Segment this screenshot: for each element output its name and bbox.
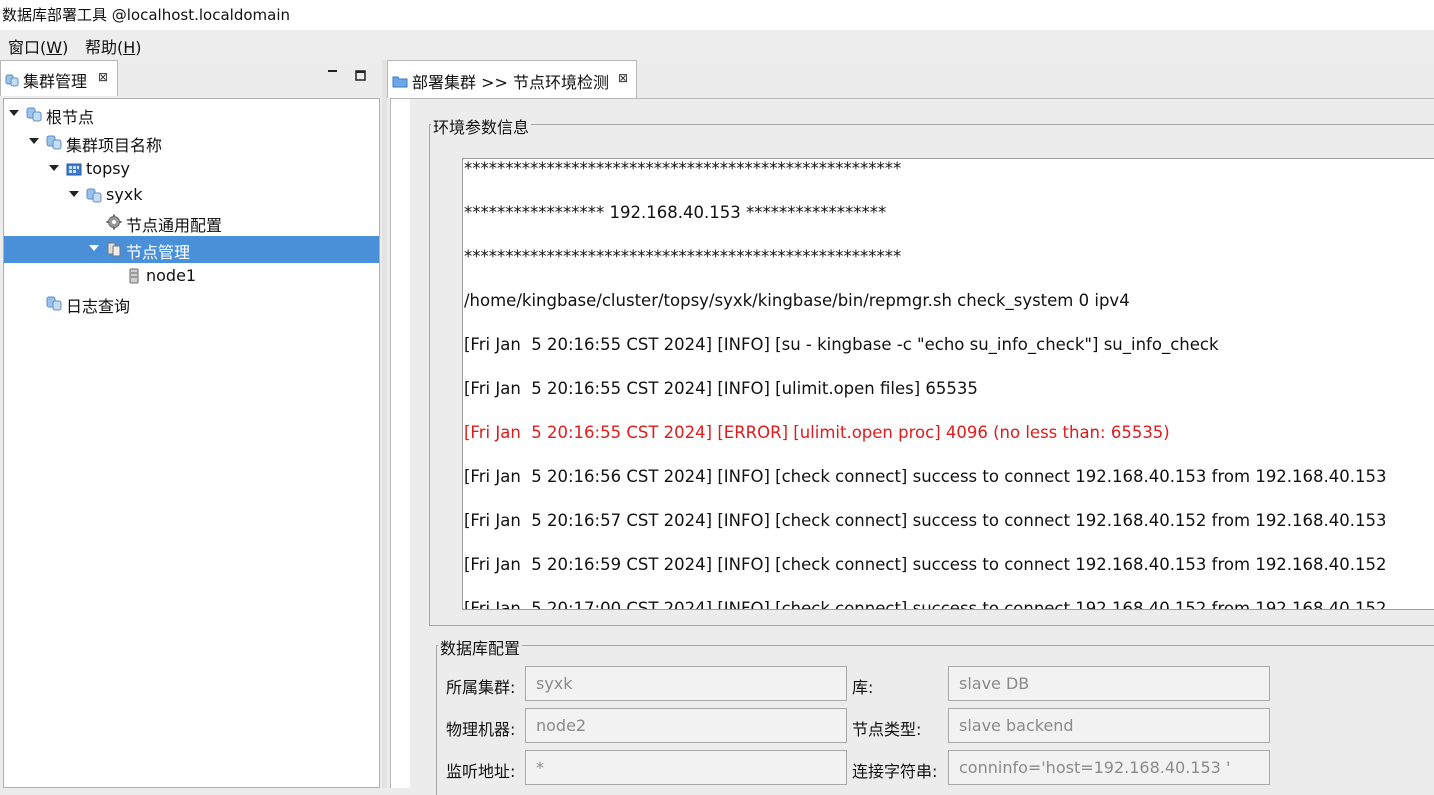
tab-cluster-management-label: 集群管理 <box>23 72 88 91</box>
tree-label: node1 <box>146 266 197 285</box>
menu-help-suffix: ) <box>135 38 142 57</box>
close-icon[interactable]: ⊠ <box>98 70 108 84</box>
cluster-tree: 根节点 集群项目名称 topsy syxk 节点通用配置 节点管理 node1 … <box>3 98 380 788</box>
conn-string-label: 连接字符串: <box>852 762 938 781</box>
tree-node-log-query[interactable]: 日志查询 <box>4 290 379 317</box>
server-icon <box>106 241 122 261</box>
tree-label: syxk <box>106 185 143 204</box>
window-title: 数据库部署工具 @localhost.localdomain <box>0 0 1434 30</box>
menu-window-mnemonic: W <box>46 38 63 57</box>
menu-help-prefix: 帮助( <box>85 38 124 57</box>
menubar: 窗口(W) 帮助(H) <box>0 30 1434 60</box>
cluster-label: 所属集群: <box>446 678 516 697</box>
listen-address-field[interactable]: * <box>525 750 847 785</box>
tree-node-node1[interactable]: node1 <box>4 263 379 290</box>
gear-icon <box>106 214 122 234</box>
tree-label: 日志查询 <box>66 297 131 316</box>
machine-label: 物理机器: <box>446 720 516 739</box>
tab-node-env-check-label: 部署集群 >> 节点环境检测 <box>412 73 609 92</box>
log-line: [Fri Jan 5 20:16:55 CST 2024] [INFO] [ul… <box>464 379 978 398</box>
cluster-field[interactable]: syxk <box>525 666 847 701</box>
tree-label: 根节点 <box>46 108 95 127</box>
cluster-icon <box>46 134 62 154</box>
machine-field[interactable]: node2 <box>525 708 847 743</box>
env-params-title: 环境参数信息 <box>431 114 532 138</box>
tree-node-node-management[interactable]: 节点管理 <box>4 236 379 263</box>
log-line: [Fri Jan 5 20:16:57 CST 2024] [INFO] [ch… <box>464 511 1387 530</box>
env-params-group: 环境参数信息 *********************************… <box>429 114 1434 626</box>
log-line-error: [Fri Jan 5 20:16:55 CST 2024] [ERROR] [u… <box>464 423 1170 442</box>
db-config-group: 数据库配置 所属集群: syxk 库: slave DB 物理机器: node2… <box>436 635 1434 795</box>
tree-label: 集群项目名称 <box>66 136 163 155</box>
close-icon[interactable]: ⊠ <box>618 71 628 85</box>
tab-cluster-management[interactable]: 集群管理 ⊠ <box>0 60 118 96</box>
node-type-field[interactable]: slave backend <box>948 708 1270 743</box>
menu-window[interactable]: 窗口(W) <box>8 34 68 58</box>
tree-label: 节点管理 <box>126 243 191 262</box>
database-node-icon <box>128 268 140 288</box>
tree-node-common-config[interactable]: 节点通用配置 <box>4 209 379 236</box>
db-field[interactable]: slave DB <box>948 666 1270 701</box>
maximize-icon[interactable] <box>355 70 367 86</box>
tree-node-root[interactable]: 根节点 <box>4 101 379 128</box>
cluster-management-panel: 集群管理 ⊠ 根节点 集群项目名称 topsy syxk 节点通用配置 节点管理… <box>0 60 382 788</box>
chevron-down-icon[interactable] <box>29 138 39 144</box>
menu-window-suffix: ) <box>62 38 69 57</box>
menu-help[interactable]: 帮助(H) <box>85 34 142 58</box>
tree-label: 节点通用配置 <box>126 216 223 235</box>
minimize-icon[interactable] <box>327 64 339 80</box>
cluster-icon <box>46 295 62 315</box>
node-type-label: 节点类型: <box>852 720 922 739</box>
conn-string-field[interactable]: conninfo='host=192.168.40.153 ' <box>948 750 1270 785</box>
menu-window-prefix: 窗口( <box>8 38 47 57</box>
log-line: [Fri Jan 5 20:16:56 CST 2024] [INFO] [ch… <box>464 467 1387 486</box>
tree-label: topsy <box>86 159 131 178</box>
cluster-icon <box>26 106 42 126</box>
chevron-down-icon[interactable] <box>49 165 59 171</box>
log-line: [Fri Jan 5 20:16:59 CST 2024] [INFO] [ch… <box>464 555 1387 574</box>
log-line: [Fri Jan 5 20:16:55 CST 2024] [INFO] [su… <box>464 335 1219 354</box>
tab-node-env-check[interactable]: 部署集群 >> 节点环境检测 ⊠ <box>387 60 637 98</box>
editor-body: 环境参数信息 *********************************… <box>390 98 1434 795</box>
tree-node-cluster-project[interactable]: 集群项目名称 <box>4 129 379 156</box>
db-label: 库: <box>852 678 874 697</box>
db-config-title: 数据库配置 <box>438 635 523 659</box>
tree-node-topsy[interactable]: topsy <box>4 156 379 183</box>
topsy-icon <box>66 161 82 181</box>
log-line: ****************************************… <box>464 247 902 266</box>
chevron-down-icon[interactable] <box>89 245 99 251</box>
listen-address-label: 监听地址: <box>446 762 516 781</box>
editor-content: 环境参数信息 *********************************… <box>410 99 1434 795</box>
log-line: [Fri Jan 5 20:17:00 CST 2024] [INFO] [ch… <box>464 599 1387 610</box>
log-line: ***************** 192.168.40.153 *******… <box>464 203 887 222</box>
log-line: ****************************************… <box>464 159 902 178</box>
cluster-icon <box>86 187 102 207</box>
editor-panel: 部署集群 >> 节点环境检测 ⊠ 环境参数信息 ****************… <box>387 60 1434 795</box>
tree-node-syxk[interactable]: syxk <box>4 182 379 209</box>
folder-icon <box>392 73 408 92</box>
log-line: /home/kingbase/cluster/topsy/syxk/kingba… <box>464 291 1130 310</box>
cluster-icon <box>5 72 19 91</box>
env-log-textarea[interactable]: ****************************************… <box>462 158 1434 610</box>
chevron-down-icon[interactable] <box>69 191 79 197</box>
chevron-down-icon[interactable] <box>9 110 19 116</box>
menu-help-mnemonic: H <box>123 38 136 57</box>
